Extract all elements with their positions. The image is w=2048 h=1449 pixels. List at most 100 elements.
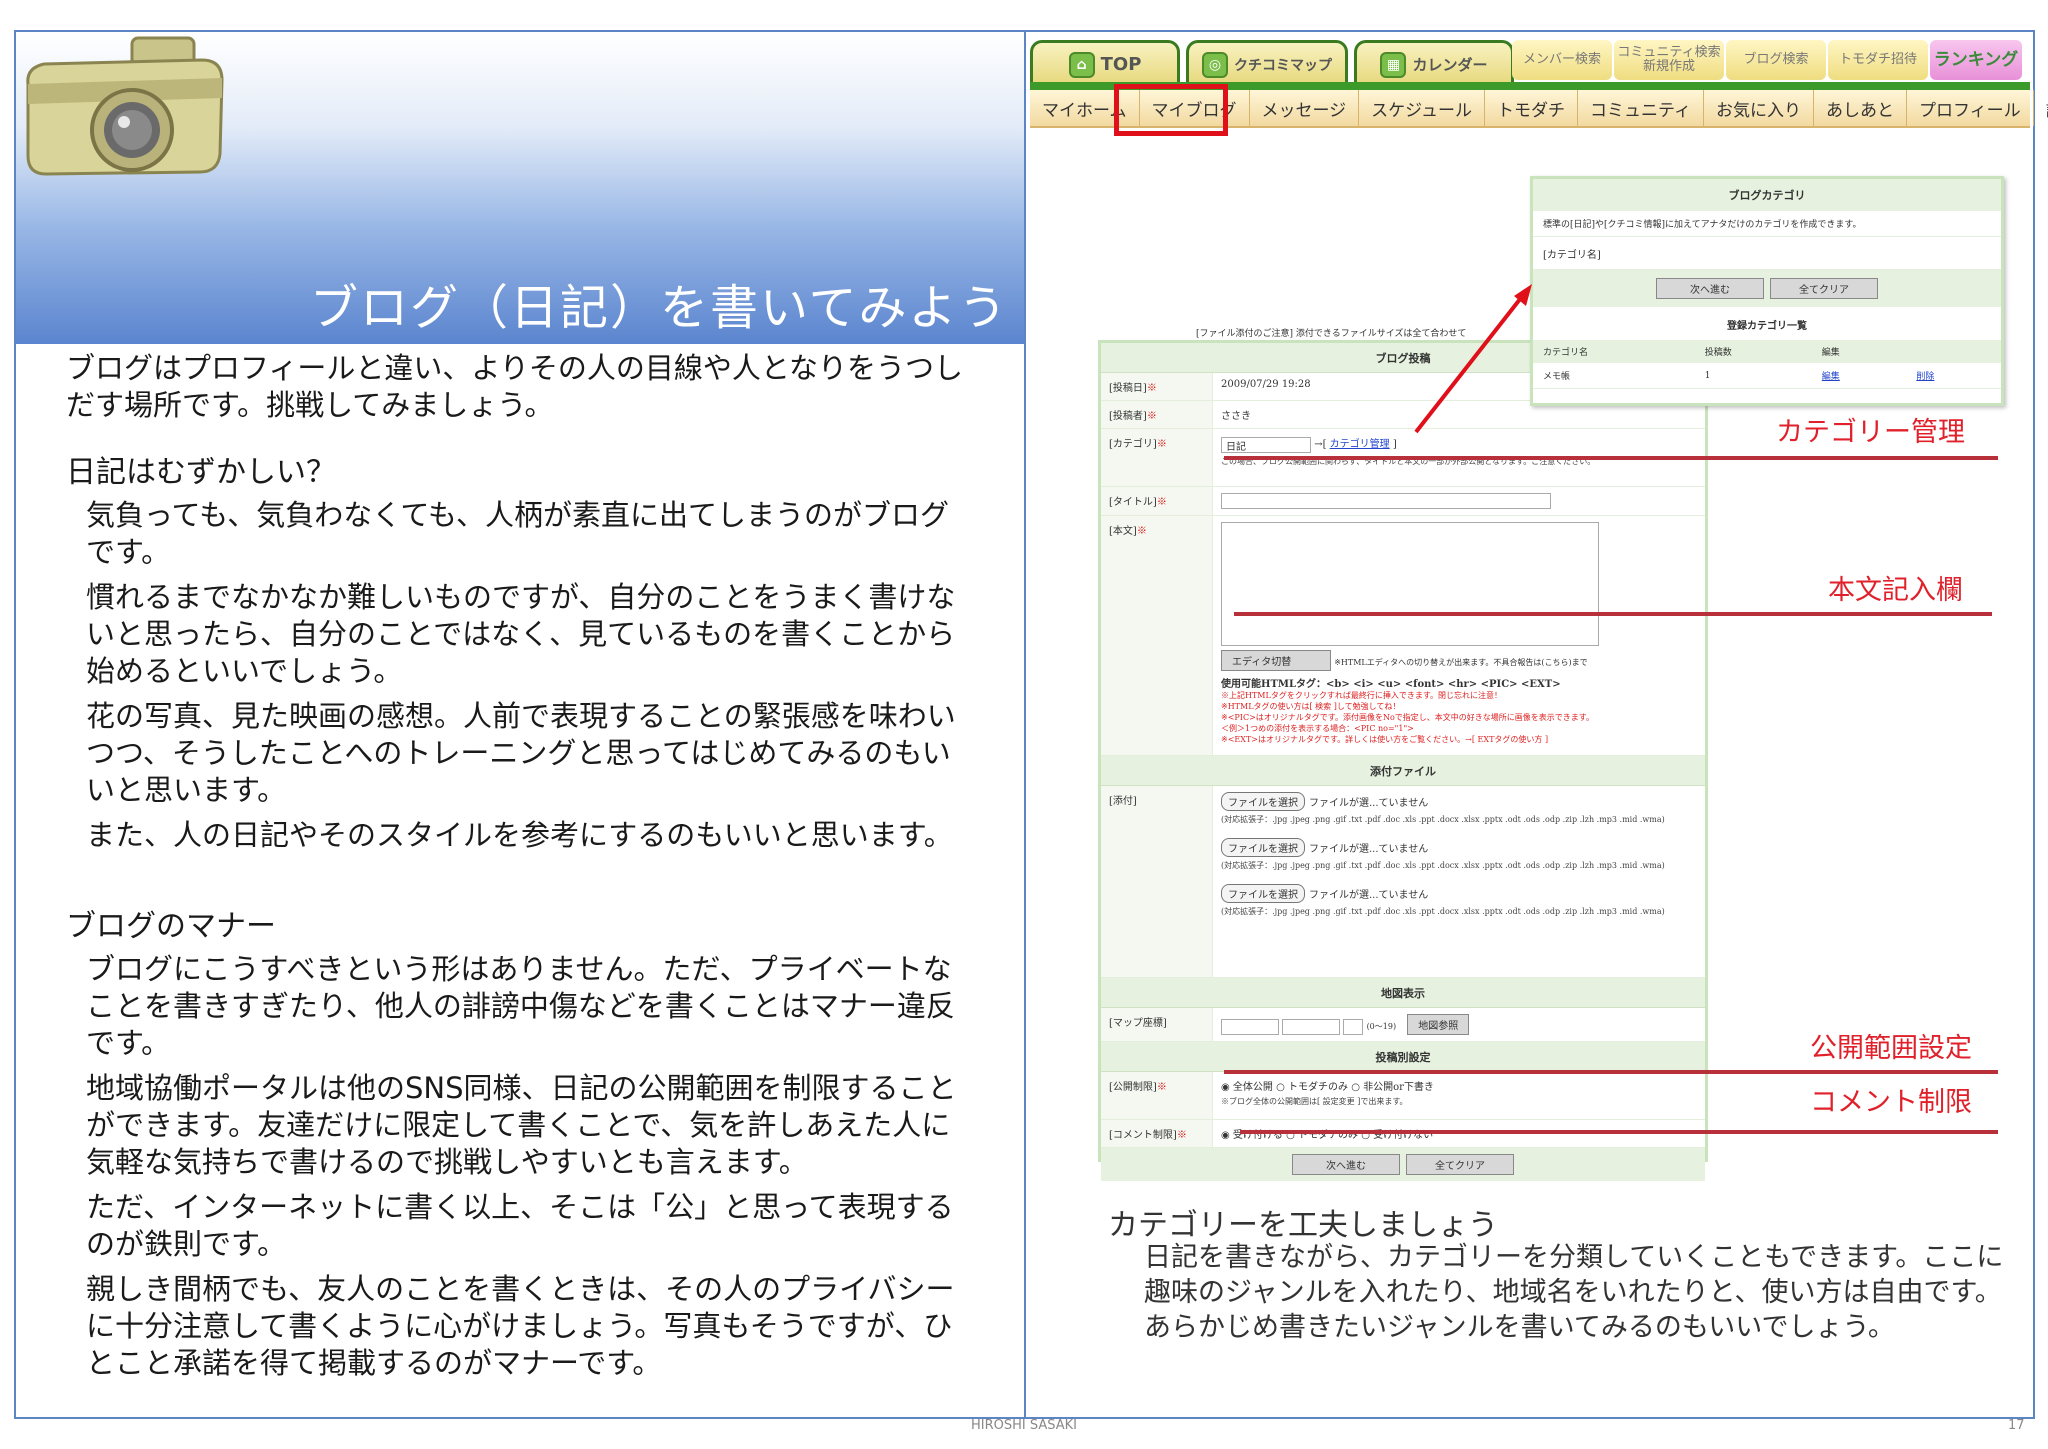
map-lat-input[interactable]: [1221, 1018, 1279, 1035]
map-pin-icon: ◎: [1202, 51, 1228, 78]
col-edit: 編集: [1811, 340, 1907, 363]
file-status: ファイルが選...ていません: [1309, 844, 1429, 855]
map-range: (0〜19): [1366, 1022, 1397, 1031]
subnav-settings[interactable]: 設定変更: [2034, 90, 2048, 126]
subnav-footprints[interactable]: あしあと: [1814, 90, 1907, 126]
top-navigation: ⌂ TOP ◎ クチコミマップ ▦ カレンダー メンバー検索 コミュニティ検索新…: [1030, 36, 2030, 86]
radio-friends[interactable]: ○ トモダチのみ: [1276, 1082, 1348, 1093]
visibility-note: ※ブログ全体の公開範囲は[ 設定変更 ]で出来ます。: [1221, 1097, 1408, 1106]
nav-ranking[interactable]: ランキング: [1930, 40, 2022, 80]
delete-link[interactable]: 削除: [1906, 363, 2001, 389]
manners-paragraph: ただ、インターネットに書く以上、そこは「公」と思って表現するのが鉄則です。: [86, 1190, 954, 1261]
radio-private[interactable]: ○ 非公開or下書き: [1351, 1082, 1434, 1093]
map-reference-button[interactable]: 地図参照: [1407, 1014, 1470, 1035]
table-row: メモ帳 1 編集 削除: [1533, 363, 2001, 389]
body-textarea[interactable]: [1221, 522, 1599, 646]
category-next-button[interactable]: 次へ進む: [1656, 278, 1764, 299]
file-select-button[interactable]: ファイルを選択: [1221, 838, 1305, 857]
editor-toggle-button[interactable]: エディタ切替: [1221, 650, 1331, 671]
file-select-button[interactable]: ファイルを選択: [1221, 884, 1305, 903]
map-lng-input[interactable]: [1282, 1018, 1341, 1035]
manners-paragraph: 親しき間柄でも、友人のことを書くときは、その人のプライバシーに十分注意して書くよ…: [86, 1272, 955, 1380]
annotation-category: カテゴリー管理: [1776, 417, 1965, 448]
calendar-icon: ▦: [1380, 51, 1407, 78]
col-category-name: カテゴリ名: [1533, 340, 1695, 363]
category-panel: ブログカテゴリ 標準の[日記]や[クチコミ情報]に加えてアナタだけのカテゴリを作…: [1530, 176, 2004, 406]
subnav-profile[interactable]: プロフィール: [1907, 90, 2034, 126]
file-ext-note: (対応拡張子：.jpg .jpeg .png .gif .txt .pdf .d…: [1221, 815, 1665, 824]
label-map: [マップ座標]: [1109, 1018, 1167, 1029]
annotation-body: 本文記入欄: [1828, 575, 1963, 606]
note-red: ※<EXT>はオリジナルタグです。詳しくは使い方をご覧ください。→[ EXTタグ…: [1221, 735, 1549, 744]
tab-review-map[interactable]: ◎ クチコミマップ: [1186, 40, 1348, 86]
tab-calendar-label: カレンダー: [1412, 56, 1488, 74]
cell-post-count: 1: [1694, 363, 1812, 389]
clear-button[interactable]: 全てクリア: [1406, 1154, 1514, 1175]
file-ext-note: (対応拡張子：.jpg .jpeg .png .gif .txt .pdf .d…: [1221, 907, 1665, 916]
subnav-favorites[interactable]: お気に入り: [1704, 90, 1814, 126]
bottom-text: 日記を書きながら、カテゴリーを分類していくこともできます。ここに趣味のジャンルを…: [1144, 1242, 2004, 1343]
category-manage-link[interactable]: カテゴリ管理: [1330, 439, 1390, 450]
tab-review-map-label: クチコミマップ: [1234, 57, 1332, 74]
diary-paragraph: 花の写真、見た映画の感想。人前で表現することの緊張感を味わいつつ、そうしたことへ…: [86, 699, 956, 807]
file-select-button[interactable]: ファイルを選択: [1221, 792, 1305, 811]
tab-calendar[interactable]: ▦ カレンダー: [1354, 40, 1514, 86]
category-clear-button[interactable]: 全てクリア: [1770, 278, 1878, 299]
category-table: カテゴリ名 投稿数 編集 メモ帳 1 編集 削除: [1533, 340, 2001, 389]
category-select[interactable]: 日記: [1221, 436, 1311, 453]
subnav-community[interactable]: コミュニティ: [1578, 90, 1704, 126]
left-text-column: ブログはプロフィールと違い、よりその人の目線や人となりをうつしだす場所です。挑戦…: [66, 350, 966, 1390]
nav-blog-search[interactable]: ブログ検索: [1726, 40, 1826, 80]
edit-link[interactable]: 編集: [1811, 363, 1907, 389]
settings-header: 投稿別設定: [1101, 1042, 1705, 1072]
my-blog-highlight: [1114, 84, 1228, 136]
nav-community-search[interactable]: コミュニティ検索新規作成: [1614, 40, 1724, 80]
note-red: ※HTMLタグの使い方は[ 検索 ]して勉強してね！: [1221, 702, 1401, 711]
label-category: [カテゴリ]: [1109, 439, 1157, 450]
next-button[interactable]: 次へ進む: [1292, 1154, 1400, 1175]
label-comment: [コメント制限]: [1109, 1130, 1177, 1141]
col-post-count: 投稿数: [1694, 340, 1812, 363]
tab-top-label: TOP: [1100, 54, 1142, 75]
diary-paragraph: 慣れるまでなかなか難しいものですが、自分のことをうまく書けないと思ったら、自分の…: [86, 580, 956, 688]
annotation-comment: コメント制限: [1810, 1087, 1972, 1118]
arrow-icon: [1414, 284, 1532, 434]
category-name-label: [カテゴリ名]: [1543, 249, 1601, 261]
title-input[interactable]: [1221, 493, 1551, 509]
subnav-schedule[interactable]: スケジュール: [1359, 90, 1485, 126]
annotation-line-visibility: [1224, 1070, 1998, 1074]
map-header: 地図表示: [1101, 978, 1705, 1008]
map-zoom-input[interactable]: [1343, 1018, 1364, 1035]
manners-paragraph: ブログにこうすべきという形はありません。ただ、プライベートなことを書きすぎたり、…: [86, 952, 955, 1060]
row-title: [タイトル]※: [1101, 487, 1705, 516]
bottom-title: カテゴリーを工夫しましょう: [1108, 1208, 1498, 1243]
row-body: [本文]※ エディタ切替 ※HTMLエディタへの切り替えが出来ます。不具合報告は…: [1101, 516, 1705, 756]
label-title: [タイトル]: [1109, 497, 1157, 508]
nav-invite-friend[interactable]: トモダチ招待: [1828, 40, 1928, 80]
camera-icon: [26, 36, 224, 176]
annotation-line-category: [1224, 456, 1998, 460]
annotation-line-body: [1234, 612, 1992, 616]
nav-member-search[interactable]: メンバー検索: [1512, 40, 1612, 80]
subnav-message[interactable]: メッセージ: [1250, 90, 1360, 126]
tab-top[interactable]: ⌂ TOP: [1030, 40, 1180, 86]
note-red: ※<PIC>はオリジナルタグです。添付画像をNoで指定し、本文中の好きな場所に画…: [1221, 713, 1594, 722]
radio-public[interactable]: ◉ 全体公開: [1221, 1082, 1273, 1093]
section-title-diary: 日記はむずかしい？: [66, 455, 336, 490]
annotation-visibility: 公開範囲設定: [1810, 1033, 1972, 1064]
category-name-input[interactable]: [1643, 245, 1779, 261]
row-visibility: [公開制限]※ ◉ 全体公開 ○ トモダチのみ ○ 非公開or下書き ※ブログ全…: [1101, 1072, 1705, 1120]
diary-paragraph: 気負っても、気負わなくても、人柄が素直に出てしまうのがブログです。: [86, 498, 950, 569]
label-date: [投稿日]: [1109, 383, 1147, 394]
subnav-friends[interactable]: トモダチ: [1485, 90, 1578, 126]
section-title-manners: ブログのマナー: [66, 909, 276, 944]
intro-text: ブログはプロフィールと違い、よりその人の目線や人となりをうつしだす場所です。挑戦…: [66, 351, 963, 422]
html-tags: 使用可能HTMLタグ：<b> <i> <u> <font> <hr> <PIC>…: [1221, 679, 1561, 690]
annotation-line-comment: [1240, 1130, 1998, 1134]
category-panel-desc: 標準の[日記]や[クチコミ情報]に加えてアナタだけのカテゴリを作成できます。: [1533, 211, 2001, 237]
row-map: [マップ座標] (0〜19) 地図参照: [1101, 1008, 1705, 1042]
label-attach: [添付]: [1109, 796, 1137, 807]
row-comment: [コメント制限]※ ◉ 受け付ける ○ トモダチのみ ○ 受け付けない: [1101, 1120, 1705, 1148]
home-icon: ⌂: [1068, 51, 1095, 78]
editor-note: ※HTMLエディタへの切り替えが出来ます。不具合報告は(こちら)まで: [1334, 658, 1588, 667]
